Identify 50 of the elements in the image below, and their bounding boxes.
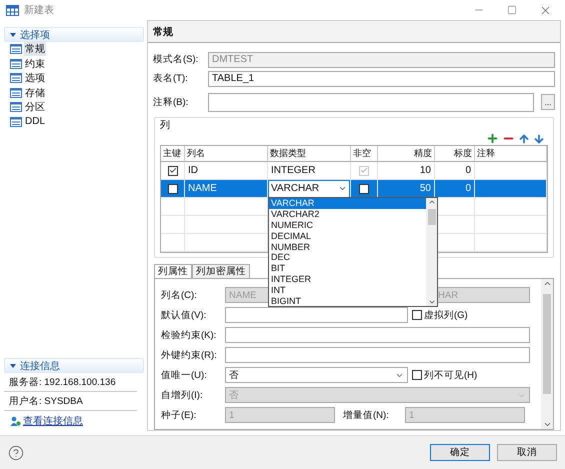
column-header[interactable]: 标度 — [435, 146, 475, 162]
section-header[interactable]: 选择项 — [4, 27, 144, 42]
dialog-button[interactable]: 确定 — [430, 444, 490, 461]
sidebar-item[interactable]: DDL — [24, 116, 46, 128]
sidebar-item[interactable]: 选项 — [24, 71, 46, 86]
field-label: 外键约束(R): — [161, 348, 218, 362]
sidebar-item[interactable]: 常规 — [24, 42, 46, 56]
column-header[interactable]: 列名 — [185, 146, 268, 162]
dropdown-option[interactable]: VARCHAR — [269, 198, 426, 209]
sidebar-item[interactable]: 存储 — [24, 86, 46, 100]
table-cell: 10 — [378, 162, 435, 180]
type-combo[interactable]: VARCHAR — [269, 180, 349, 196]
field-label: 自增列(I): — [161, 388, 204, 402]
column-header[interactable]: 精度 — [378, 146, 435, 162]
input-field[interactable]: TABLE_1 — [208, 70, 555, 86]
table-cell: ID — [185, 162, 268, 180]
info-text: 服务器: 192.168.100.136 — [4, 373, 137, 392]
group-title: 列 — [160, 119, 171, 132]
field-label: 列名(C): — [161, 288, 198, 302]
field-label: 检验约束(K): — [161, 328, 218, 342]
table-cell: NAME — [185, 180, 268, 198]
connection-info-link[interactable]: 查看连接信息 — [23, 414, 83, 428]
tab[interactable]: 列属性 — [154, 264, 192, 278]
field-label: 表名(T): — [153, 72, 189, 85]
field-label: 模式名(S): — [153, 53, 200, 66]
column-header[interactable]: 非空 — [351, 146, 378, 162]
sidebar-item[interactable]: 分区 — [24, 100, 46, 114]
table-cell: 0 — [435, 180, 475, 198]
field-label: 增量值(N): — [343, 408, 390, 422]
column-header[interactable]: 主键 — [161, 146, 185, 162]
sidebar-item[interactable]: 约束 — [24, 56, 46, 71]
column-header[interactable]: 数据类型 — [268, 146, 351, 162]
checkbox-label: 虚拟列(G) — [424, 308, 468, 322]
info-text: 用户名: SYSDBA — [4, 392, 137, 411]
column-header[interactable]: 注释 — [475, 146, 547, 162]
window-title: 新建表 — [24, 4, 55, 17]
field-label: 默认值(V): — [161, 308, 208, 322]
table-cell: INTEGER — [268, 162, 351, 180]
field-label: 注释(B): — [153, 96, 190, 108]
section-header[interactable]: 连接信息 — [4, 358, 144, 373]
page-title: 常规 — [148, 21, 560, 43]
table-cell: 0 — [435, 162, 475, 180]
table-cell: 50 — [378, 180, 435, 198]
browse-button[interactable]: ... — [541, 94, 555, 110]
field-label: 种子(E): — [161, 408, 198, 422]
field-label: 值唯一(U): — [161, 368, 208, 382]
select-field[interactable]: 否 — [225, 367, 408, 383]
tab[interactable]: 列加密属性 — [192, 264, 250, 278]
dialog-button[interactable]: 取消 — [497, 444, 557, 461]
checkbox-label: 列不可见(H) — [424, 368, 478, 382]
